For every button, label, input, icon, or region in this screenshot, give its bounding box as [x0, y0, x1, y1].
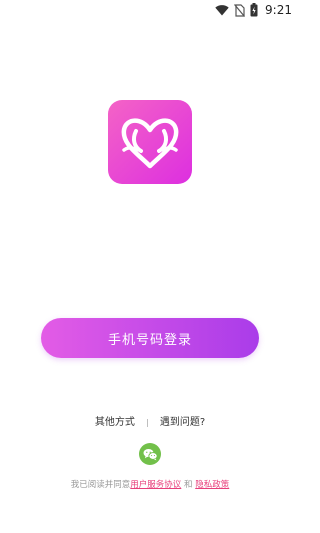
other-methods-link[interactable]: 其他方式	[95, 416, 135, 430]
divider	[146, 419, 148, 427]
status-icons: 9:21	[215, 2, 292, 18]
help-link[interactable]: 遇到问题?	[160, 416, 205, 430]
agreement-prefix: 我已阅读并同意	[70, 480, 131, 490]
phone-login-button[interactable]: 手机号码登录	[41, 318, 259, 358]
app-logo	[108, 100, 192, 184]
wifi-icon	[215, 5, 229, 16]
agreement-conjunction: 和	[181, 480, 196, 490]
status-time: 9:21	[265, 3, 292, 17]
privacy-policy-link[interactable]: 隐私政策	[195, 480, 229, 490]
no-sim-icon	[234, 3, 246, 17]
battery-charging-icon	[250, 3, 258, 17]
agreement-text: 我已阅读并同意用户服务协议 和 隐私政策	[0, 479, 300, 491]
user-agreement-link[interactable]: 用户服务协议	[130, 480, 181, 490]
wechat-login-button[interactable]	[139, 443, 161, 465]
heart-logo-icon	[108, 100, 192, 184]
status-bar: 9:21	[0, 0, 300, 20]
alternative-options: 其他方式 遇到问题?	[0, 416, 300, 430]
wechat-icon	[143, 448, 158, 460]
